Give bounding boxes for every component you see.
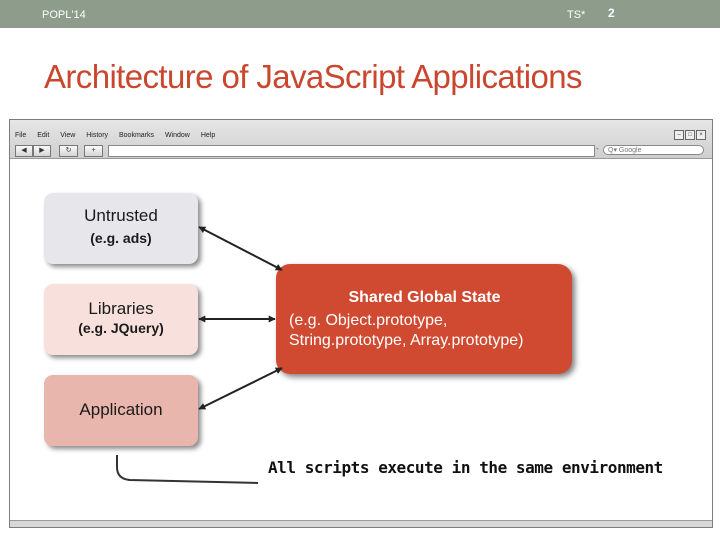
arrow-untrusted-shared: [198, 226, 283, 271]
arrow-application-shared: [198, 367, 283, 410]
diagram-caption: All scripts execute in the same environm…: [268, 458, 663, 477]
caption-bracket: [116, 455, 259, 484]
